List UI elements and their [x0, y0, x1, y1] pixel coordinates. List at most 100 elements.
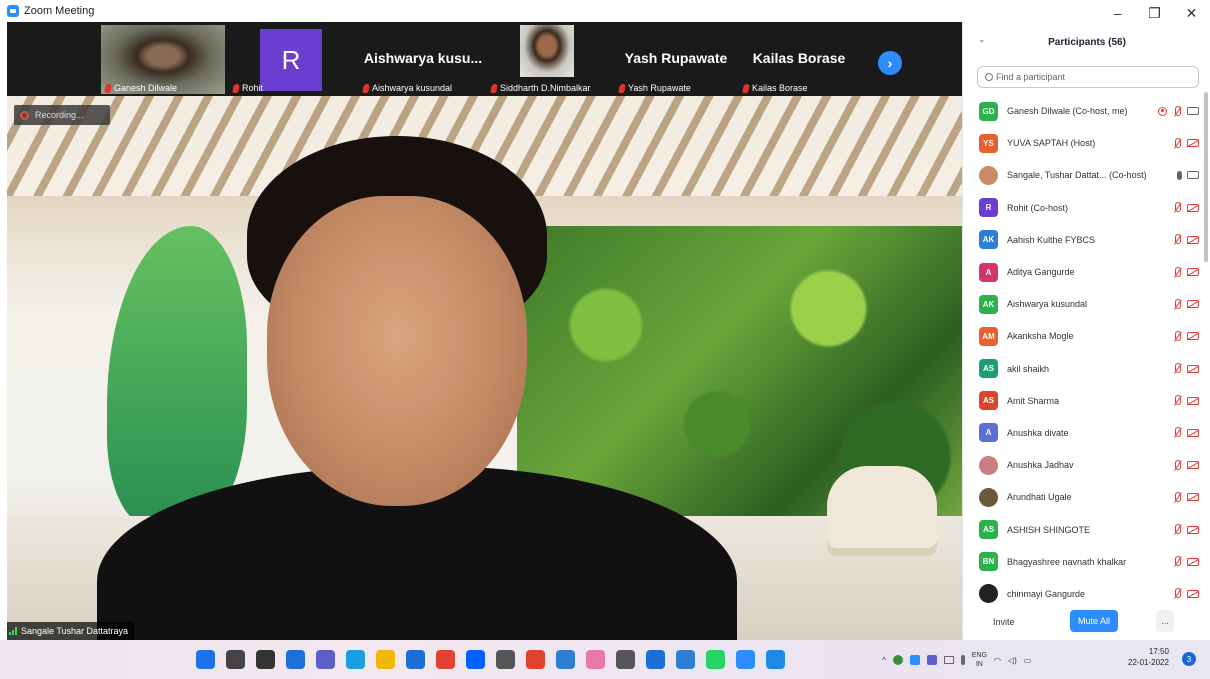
- search-icon[interactable]: [226, 650, 245, 669]
- participant-row[interactable]: Sangale, Tushar Dattat... (Co-host): [963, 159, 1203, 191]
- taskbar-clock[interactable]: 17:50 22-01-2022: [1128, 646, 1169, 668]
- video-icon[interactable]: [1187, 107, 1199, 116]
- edge-icon[interactable]: [346, 650, 365, 669]
- dropbox-icon[interactable]: [466, 650, 485, 669]
- participant-row[interactable]: AK Aishwarya kusundal: [963, 288, 1203, 320]
- muted-mic-icon[interactable]: [1172, 395, 1182, 406]
- video-off-icon[interactable]: [1187, 461, 1199, 470]
- calculator-icon[interactable]: [616, 650, 635, 669]
- network-tool-icon[interactable]: [766, 650, 785, 669]
- paint-icon[interactable]: [586, 650, 605, 669]
- participant-list-scrollbar[interactable]: [1204, 92, 1208, 262]
- muted-mic-icon[interactable]: [1172, 556, 1182, 567]
- file-explorer-icon[interactable]: [376, 650, 395, 669]
- video-off-icon[interactable]: [1187, 525, 1199, 534]
- participant-row[interactable]: AM Akanksha Mogle: [963, 320, 1203, 352]
- speaker-icon[interactable]: ◁): [1008, 656, 1017, 665]
- muted-mic-icon[interactable]: [1172, 363, 1182, 374]
- muted-mic-icon[interactable]: [1172, 266, 1182, 278]
- muted-mic-icon[interactable]: [1172, 427, 1182, 438]
- thumbnail-kailas-borase[interactable]: Kailas Borase Kailas Borase: [739, 25, 859, 94]
- mail-icon[interactable]: [406, 650, 425, 669]
- video-off-icon[interactable]: [1187, 557, 1199, 566]
- invite-button[interactable]: Invite: [993, 612, 1015, 632]
- participant-row[interactable]: GD Ganesh Dilwale (Co-host, me): [963, 95, 1203, 127]
- video-off-icon[interactable]: [1187, 300, 1199, 309]
- office-icon[interactable]: [526, 650, 545, 669]
- participant-row[interactable]: AS ASHISH SHINGOTE: [963, 513, 1203, 545]
- video-off-icon[interactable]: [1187, 203, 1199, 212]
- tray-keyboard-icon[interactable]: [943, 656, 954, 664]
- wifi-icon[interactable]: ◠: [994, 656, 1001, 665]
- battery-icon[interactable]: ▭: [1024, 656, 1032, 665]
- mic-icon[interactable]: [1177, 170, 1182, 180]
- more-options-button[interactable]: ...: [1156, 610, 1174, 632]
- tray-zoom-icon[interactable]: [909, 655, 920, 665]
- thumbnail-ganesh-dilwale[interactable]: Ganesh Dilwale: [101, 25, 225, 94]
- muted-mic-icon[interactable]: [1172, 588, 1182, 599]
- video-off-icon[interactable]: [1187, 428, 1199, 437]
- notepad-icon[interactable]: [556, 650, 575, 669]
- avatar: YS: [979, 133, 998, 153]
- muted-mic-icon[interactable]: [1172, 524, 1182, 535]
- participant-search-input[interactable]: Find a participant: [977, 66, 1199, 88]
- monitor-icon[interactable]: [676, 650, 695, 669]
- participant-status-icons: [1172, 513, 1199, 545]
- whatsapp-icon[interactable]: [706, 650, 725, 669]
- thumbnail-yash-rupawate[interactable]: Yash Rupawate Yash Rupawate: [615, 25, 737, 94]
- video-off-icon[interactable]: [1187, 589, 1199, 598]
- video-off-icon[interactable]: [1187, 396, 1199, 405]
- show-hidden-icons-chevron-icon[interactable]: ^: [882, 656, 886, 665]
- participant-row[interactable]: Anushka Jadhav: [963, 449, 1203, 481]
- thumbnail-rohit[interactable]: R Rohit: [229, 25, 359, 94]
- participant-row[interactable]: A Aditya Gangurde: [963, 256, 1203, 288]
- camera-icon[interactable]: [496, 650, 515, 669]
- participant-row[interactable]: A Anushka divate: [963, 417, 1203, 449]
- video-off-icon[interactable]: [1187, 268, 1199, 277]
- clock-date: 22-01-2022: [1128, 658, 1169, 667]
- store-icon[interactable]: [646, 650, 665, 669]
- muted-mic-icon[interactable]: [1172, 234, 1182, 245]
- muted-mic-icon[interactable]: [1172, 491, 1182, 503]
- tray-app-icon[interactable]: [892, 655, 903, 665]
- widgets-icon[interactable]: [286, 650, 305, 669]
- muted-mic-icon[interactable]: [1172, 137, 1182, 149]
- chrome-icon[interactable]: [436, 650, 455, 669]
- task-view-icon[interactable]: [256, 650, 275, 669]
- video-off-icon[interactable]: [1187, 493, 1199, 502]
- participant-row[interactable]: YS YUVA SAPTAH (Host): [963, 127, 1203, 159]
- video-off-icon[interactable]: [1187, 332, 1199, 341]
- recording-indicator[interactable]: Recording...: [14, 105, 110, 125]
- next-page-arrow-icon[interactable]: ›: [878, 51, 902, 75]
- participant-name: ASHISH SHINGOTE: [1007, 524, 1091, 535]
- muted-mic-icon[interactable]: [1172, 330, 1182, 342]
- input-language-indicator[interactable]: ENG IN: [972, 651, 987, 669]
- muted-mic-icon[interactable]: [1172, 202, 1182, 213]
- thumbnail-aishwarya-kusundal[interactable]: Aishwarya kusu... Aishwarya kusundal: [359, 25, 487, 94]
- zoom-icon[interactable]: [736, 650, 755, 669]
- muted-mic-icon[interactable]: [1172, 459, 1182, 471]
- video-off-icon[interactable]: [1187, 364, 1199, 373]
- tray-usb-icon[interactable]: [960, 655, 965, 665]
- avatar: [979, 455, 998, 475]
- participant-row[interactable]: AK Aahish Kulthe FYBCS: [963, 224, 1203, 256]
- tray-teams-icon[interactable]: [926, 655, 937, 665]
- participant-name: Amit Sharma: [1007, 395, 1060, 406]
- windows-start-icon[interactable]: [196, 650, 215, 669]
- video-icon[interactable]: [1187, 171, 1199, 180]
- participant-row[interactable]: Arundhati Ugale: [963, 481, 1203, 513]
- video-off-icon[interactable]: [1187, 139, 1199, 148]
- muted-mic-icon[interactable]: [1172, 298, 1182, 310]
- participant-row[interactable]: AS Amit Sharma: [963, 385, 1203, 417]
- thumbnail-siddharth-nimbalkar[interactable]: Siddharth D.Nimbalkar: [487, 25, 615, 94]
- video-off-icon[interactable]: [1187, 235, 1199, 244]
- mute-all-button[interactable]: Mute All: [1070, 610, 1118, 632]
- zoom-window: Zoom Meeting – ❐ ✕ Ganesh Dilwale R Rohi…: [0, 0, 1210, 679]
- chat-icon[interactable]: [316, 650, 335, 669]
- participant-row[interactable]: R Rohit (Co-host): [963, 192, 1203, 224]
- notification-badge[interactable]: 3: [1182, 652, 1196, 666]
- muted-mic-icon[interactable]: [1172, 105, 1182, 117]
- participant-row[interactable]: BN Bhagyashree navnath khalkar: [963, 546, 1203, 578]
- thumbnail-name-label: Rohit: [232, 83, 263, 93]
- participant-row[interactable]: AS akil shaikh: [963, 353, 1203, 385]
